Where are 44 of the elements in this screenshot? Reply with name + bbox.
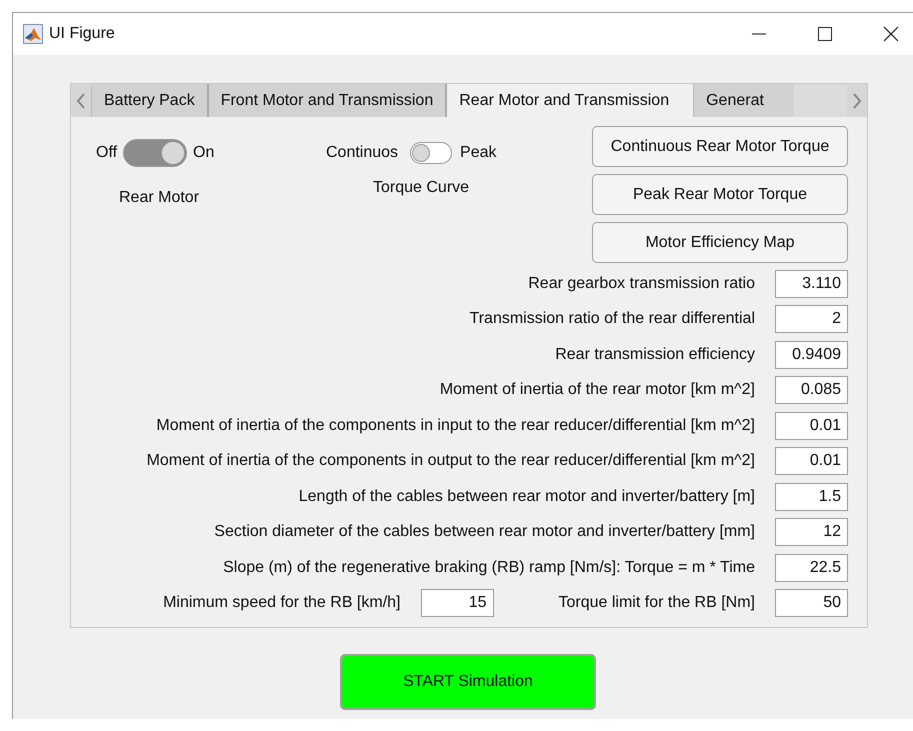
- close-icon[interactable]: [883, 26, 899, 42]
- torque-curve-switch[interactable]: [410, 142, 452, 164]
- tab[interactable]: Generat: [694, 84, 794, 117]
- parameter-label: Section diameter of the cables between rear motor and inverter/battery [mm]: [214, 523, 755, 542]
- switch-on-label: Peak: [460, 144, 497, 162]
- parameter-field[interactable]: 0.085: [775, 376, 848, 404]
- switch-off-label: Continuos: [326, 144, 398, 162]
- parameter-field[interactable]: 1.5: [775, 482, 848, 511]
- parameter-label: Length of the cables between rear motor and inverter/battery [m]: [298, 488, 755, 506]
- parameter-field[interactable]: 50: [775, 589, 848, 618]
- parameter-label: Moment of inertia of the components in output to the rear reducer/differential [km m^2]: [146, 452, 755, 470]
- tab[interactable]: Rear Motor and Transmission: [447, 84, 694, 117]
- app-logo-icon: [23, 24, 43, 44]
- switch-off-label: Off: [96, 144, 118, 162]
- parameter-field[interactable]: 22.5: [775, 554, 848, 582]
- start-simulation-button[interactable]: START Simulation: [340, 654, 596, 710]
- parameter-field[interactable]: 0.01: [775, 412, 848, 440]
- plot-button[interactable]: Peak Rear Motor Torque: [592, 174, 848, 215]
- scroll-left-icon[interactable]: [71, 85, 92, 117]
- parameter-label: Slope (m) of the regenerative braking (RB) ramp [Nm/s]: Torque = m * Time: [223, 558, 755, 577]
- parameter-label: Moment of inertia of the components in input to the rear reducer/differential [km m^2]: [156, 416, 755, 435]
- parameter-label: Transmission ratio of the rear differential: [470, 310, 755, 328]
- maximize-icon[interactable]: [817, 26, 833, 42]
- rear-motor-switch[interactable]: [123, 139, 188, 167]
- parameter-field[interactable]: 2: [775, 305, 848, 334]
- window-title: UI Figure: [49, 25, 115, 43]
- parameter-field[interactable]: 0.9409: [775, 340, 848, 369]
- plot-button[interactable]: Motor Efficiency Map: [592, 222, 848, 263]
- switch-caption: Rear Motor: [119, 189, 200, 207]
- parameter-field[interactable]: 15: [420, 589, 494, 618]
- plot-button[interactable]: Continuous Rear Motor Torque: [592, 126, 848, 167]
- tab[interactable]: Front Motor and Transmission: [208, 84, 448, 117]
- parameter-field[interactable]: 12: [775, 518, 848, 546]
- parameter-field[interactable]: 3.110: [775, 270, 848, 298]
- parameter-label: Moment of inertia of the rear motor [km m^2]: [440, 381, 755, 400]
- parameter-label: Rear gearbox transmission ratio: [528, 274, 755, 293]
- parameter-label: Rear transmission efficiency: [555, 346, 755, 364]
- switch-on-label: On: [193, 144, 214, 162]
- parameter-label: Minimum speed for the RB [km/h]: [163, 594, 400, 612]
- parameter-label: Torque limit for the RB [Nm]: [558, 594, 755, 612]
- switch-caption: Torque Curve: [373, 179, 470, 197]
- scroll-right-icon[interactable]: [847, 85, 867, 117]
- tab[interactable]: Battery Pack: [92, 84, 209, 117]
- parameter-field[interactable]: 0.01: [775, 447, 848, 476]
